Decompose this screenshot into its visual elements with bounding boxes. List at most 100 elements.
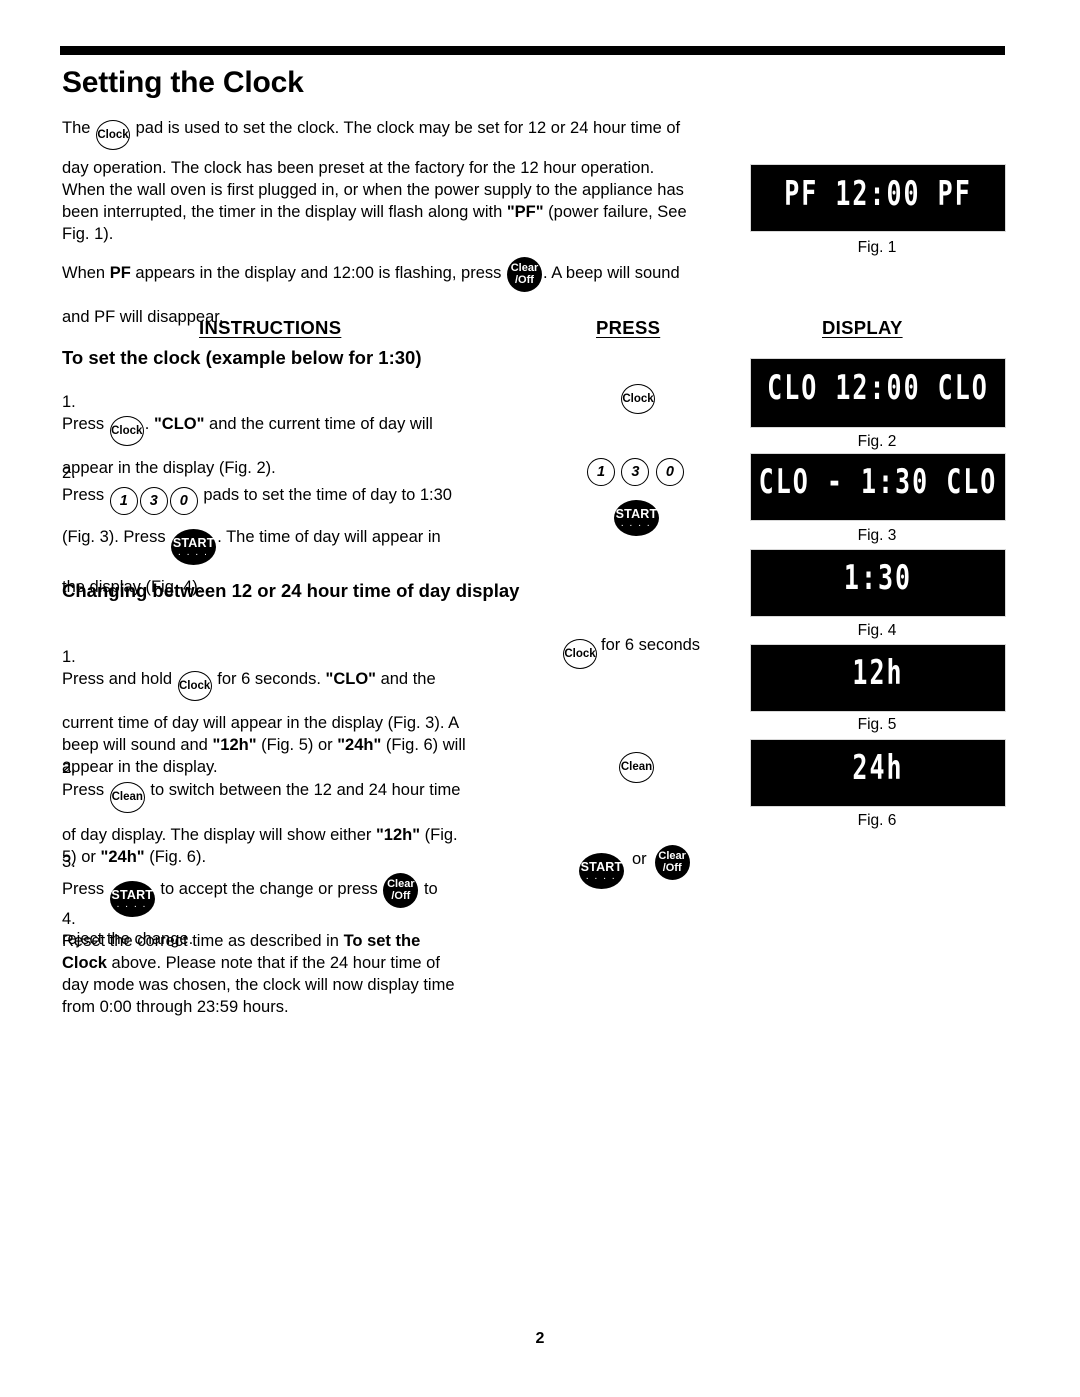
press-column-clock-1: Clock [620,384,656,414]
display-text: 24h [852,747,904,788]
list-number: 1. [62,393,76,411]
start-dots: · · · · [178,552,209,559]
list-number: 4. [62,910,76,928]
clock-pad-icon[interactable]: Clock [109,416,144,446]
press-column-clean: Clean [618,752,655,783]
list-number: 2. [62,464,76,482]
intro-text: The [62,119,91,137]
figure-label: Fig. 4 [857,622,897,639]
clock-pad-icon[interactable]: Clock [96,120,131,150]
press-column-start-1: START · · · · [613,500,660,536]
start-label: START [615,507,658,521]
intro-line-4: been interrupted, the timer in the displ… [62,203,687,221]
off-label: /Off [662,862,682,874]
number-pad-0-icon[interactable]: 0 [169,487,198,515]
page-title: Setting the Clock [62,66,304,99]
press-column-start-or-clear: START · · · · or Clear/Off [578,845,691,889]
display-panel-fig5: 12h [750,644,1006,712]
clear-label: Clear [658,850,686,862]
clock-emphasis: Clock [62,954,107,972]
clock-pad-icon[interactable]: Clock [621,384,655,414]
number-pad-3-icon[interactable]: 3 [621,458,650,486]
list-item: 4. Reset the correct time as described i… [62,908,455,1018]
twelve-h-emphasis: "12h" [375,826,421,844]
display-text: PF 12:00 PF [784,173,972,214]
list-number: 2. [62,759,76,777]
clock-pad-label: Clock [97,129,129,141]
page-number: 2 [535,1330,545,1347]
display-panel-fig6: 24h [750,739,1006,807]
off-label: /Off [514,274,534,286]
clean-pad-label: Clean [111,791,143,803]
intro-paragraph: The Clock pad is used to set the clock. … [62,117,742,245]
number-pad-1-icon[interactable]: 1 [587,458,615,486]
intro-line-3: When the wall oven is first plugged in, … [62,181,684,199]
intro-line-5: Fig. 1). [62,225,114,243]
document-page: Setting the Clock The Clock pad is used … [0,0,1080,1397]
display-text: 12h [852,652,904,693]
figure-label: Fig. 6 [857,812,897,829]
clock-pad-icon[interactable]: Clock [563,639,597,669]
figure-label: Fig. 2 [857,433,897,450]
to-set-the-emphasis: To set the [343,932,421,950]
start-label: START [172,536,215,550]
list-body: Reset the correct time as described in T… [62,932,455,1016]
clear-off-pad-icon[interactable]: Clear/Off [506,257,542,292]
number-pad-3-icon[interactable]: 3 [139,487,168,515]
pf-emphasis: "PF" [506,203,544,221]
column-header-press: PRESS [596,317,661,338]
start-label: START [111,888,154,902]
press-column-clock-hold: Clock for 6 seconds [562,636,700,669]
start-pad-icon[interactable]: START · · · · [579,853,624,889]
number-pad-1-icon[interactable]: 1 [109,487,138,515]
display-panel-fig2: CLO 12:00 CLO [750,358,1006,428]
hold-duration-label: for 6 seconds [601,636,701,654]
list-number: 3. [62,853,76,871]
clock-pad-label: Clock [179,680,211,692]
figure-label: Fig. 5 [857,716,897,733]
clean-pad-label: Clean [620,761,653,773]
start-pad-icon[interactable]: START · · · · [614,500,659,536]
section-heading-set-clock: To set the clock (example below for 1:30… [62,347,422,368]
clo-emphasis: "CLO" [325,670,376,688]
display-panel-fig1: PF 12:00 PF [750,164,1006,232]
intro-text: pad is used to set the clock. The clock … [135,119,681,137]
clear-label: Clear [387,878,415,890]
off-label: /Off [391,890,411,902]
figure-label: Fig. 1 [857,239,897,256]
twentyfour-h-emphasis: "24h" [337,736,382,754]
intro-line-2: day operation. The clock has been preset… [62,159,655,177]
pf-line-1: When PF appears in the display and 12:00… [62,257,752,292]
clear-off-pad-icon[interactable]: Clear/Off [654,845,690,880]
display-text: 1:30 [843,557,913,598]
display-panel-fig4: 1:30 [750,549,1006,617]
clean-pad-icon[interactable]: Clean [109,782,145,813]
clear-off-pad-icon[interactable]: Clear/Off [383,873,419,908]
number-pad-0-icon[interactable]: 0 [655,458,684,486]
header-rule [60,46,1005,55]
clock-pad-icon[interactable]: Clock [177,671,212,701]
start-label: START [580,860,623,874]
clock-pad-label: Clock [111,425,143,437]
clock-pad-label: Clock [564,648,596,660]
column-header-display: DISPLAY [822,317,903,338]
clo-emphasis: "CLO" [153,415,205,433]
press-column-number-pads: 1 3 0 [586,458,685,486]
column-header-instructions: INSTRUCTIONS [199,317,342,338]
clean-pad-icon[interactable]: Clean [619,752,654,783]
figure-label: Fig. 3 [857,527,897,544]
start-pad-icon[interactable]: START · · · · [171,529,217,565]
clock-pad-label: Clock [622,393,654,405]
display-panel-fig3: CLO - 1:30 CLO [750,453,1006,521]
clear-label: Clear [510,262,539,274]
twelve-h-emphasis: "12h" [212,736,257,754]
display-text: CLO - 1:30 CLO [758,461,998,502]
list-number: 1. [62,648,76,666]
display-text: CLO 12:00 CLO [767,367,989,408]
start-dots: · · · · [586,876,617,883]
intro-line-1: The Clock pad is used to set the clock. … [62,117,742,150]
or-label: or [632,850,647,868]
pf-emphasis: PF [109,264,131,282]
start-dots: · · · · [621,523,652,530]
section-heading-changing: Changing between 12 or 24 hour time of d… [62,580,520,601]
